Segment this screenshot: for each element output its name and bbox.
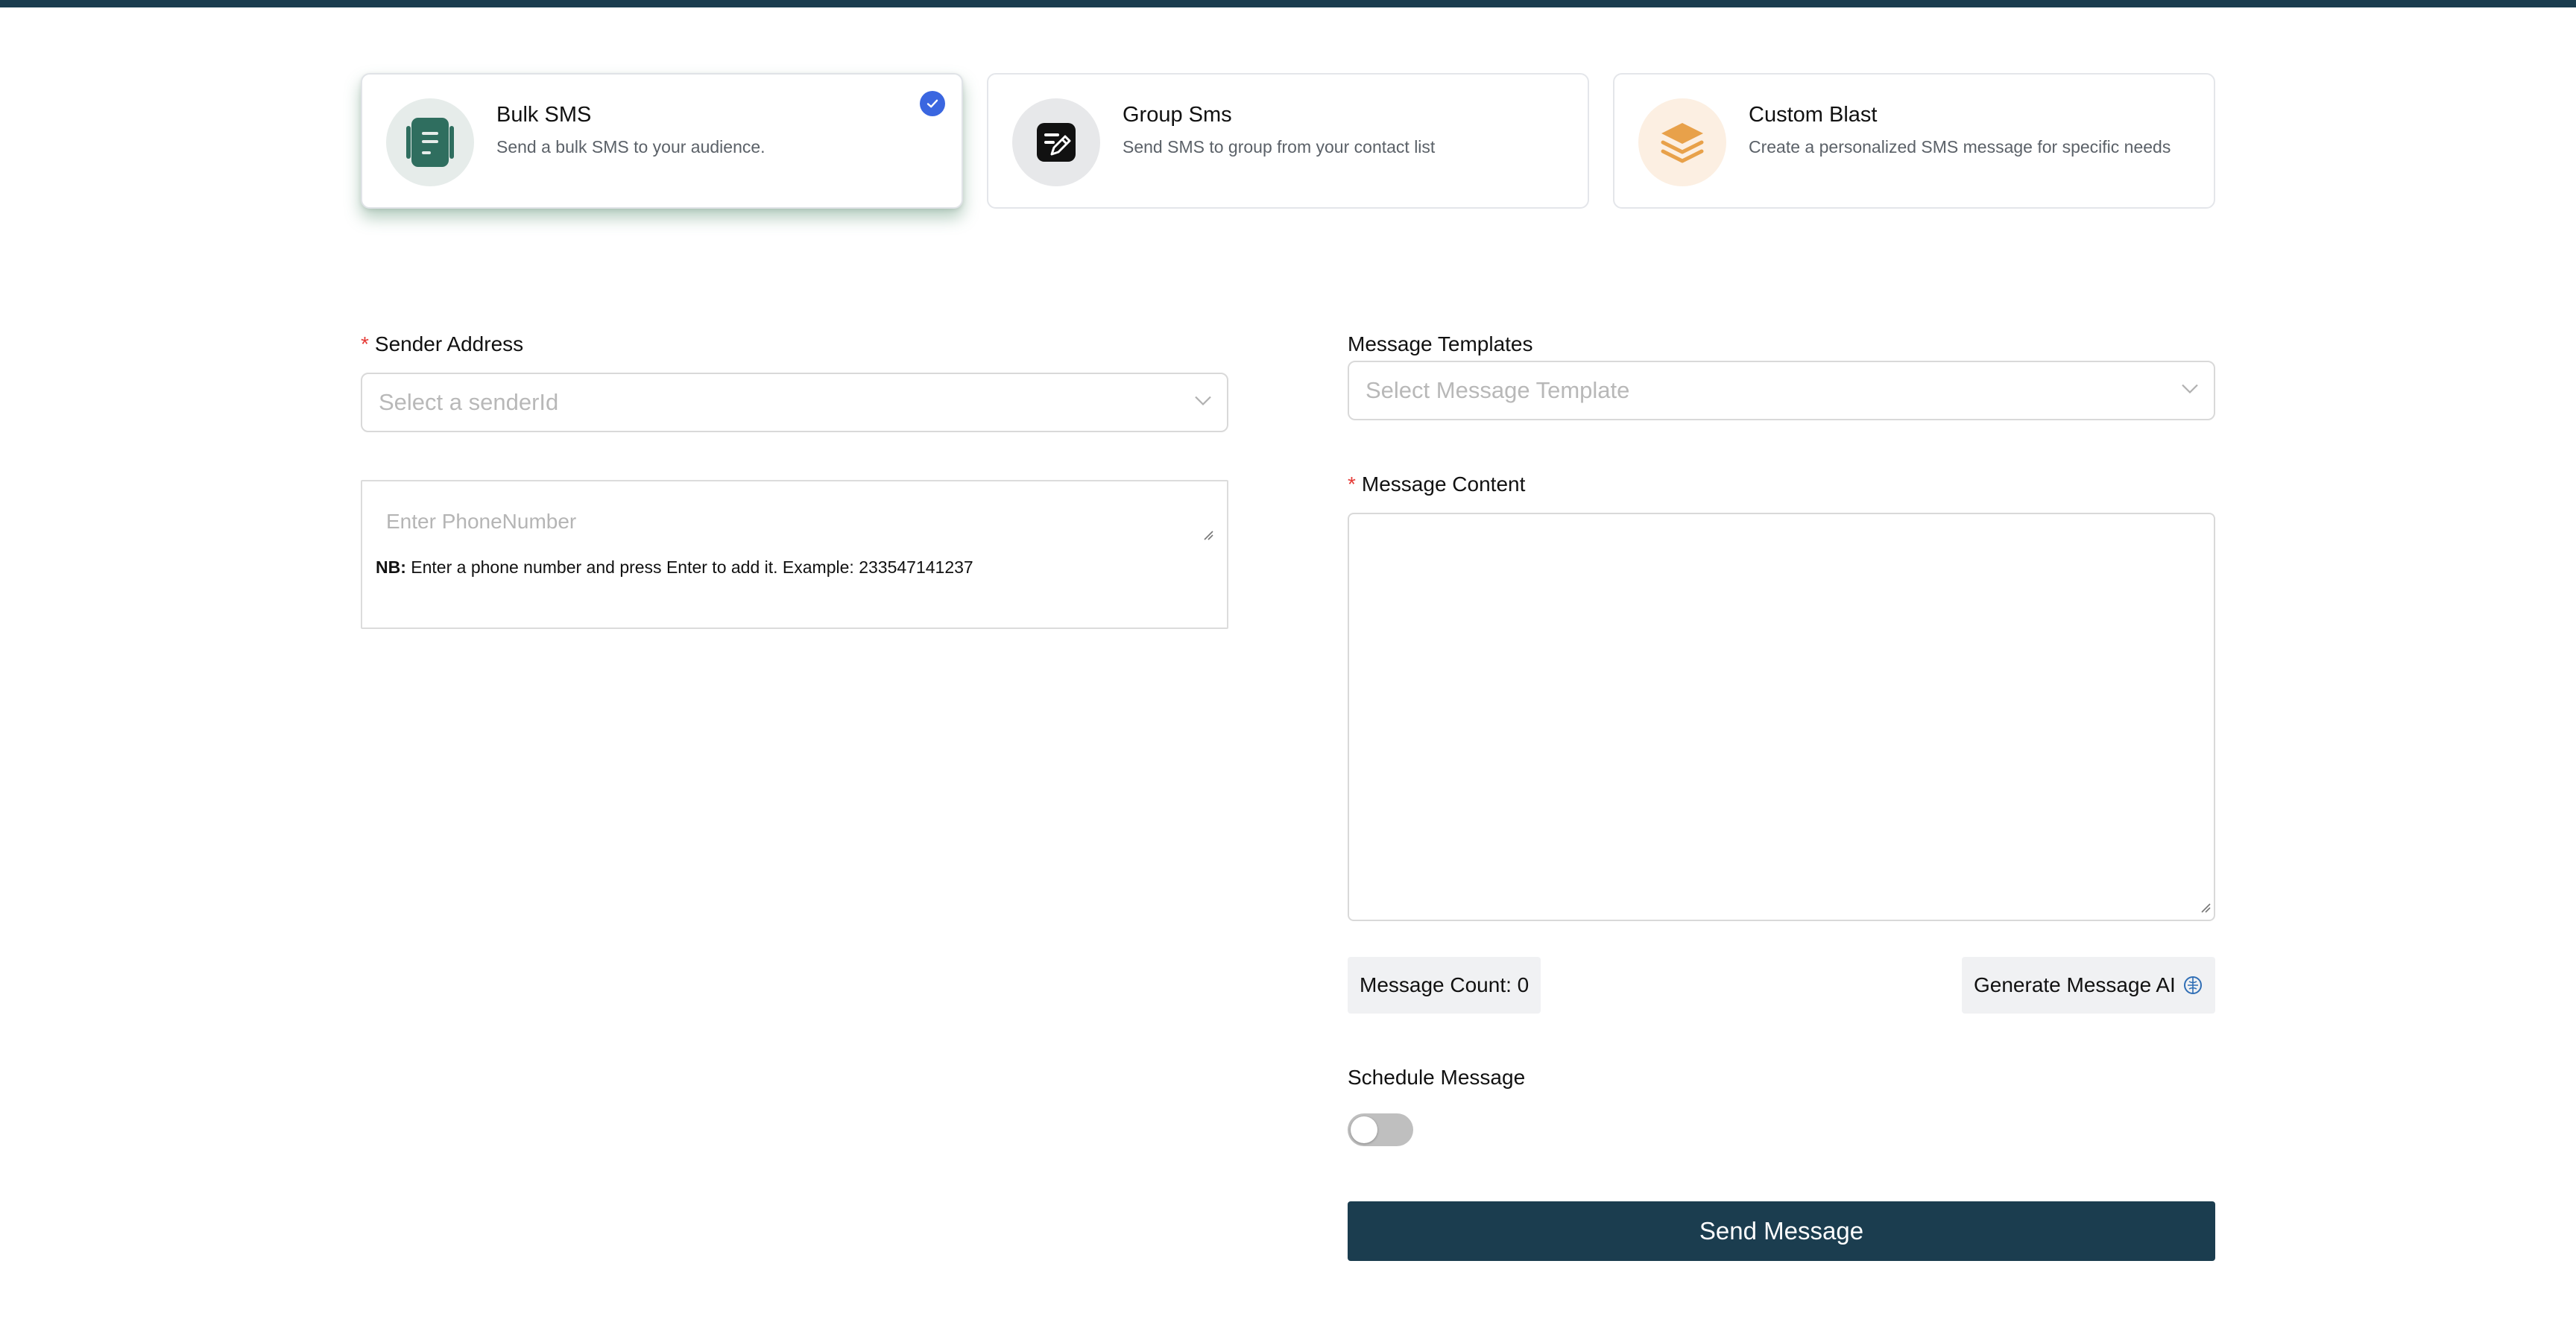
chevron-down-icon: [2181, 384, 2199, 398]
generate-message-ai-button[interactable]: Generate Message AI: [1962, 957, 2215, 1014]
document-icon: [386, 98, 474, 186]
message-count-badge: Message Count: 0: [1348, 957, 1541, 1014]
chevron-down-icon: [1194, 396, 1212, 410]
phone-number-placeholder: Enter PhoneNumber: [386, 510, 577, 533]
schedule-message-toggle[interactable]: [1348, 1113, 1413, 1146]
required-mark: *: [1348, 472, 1356, 496]
top-accent-bar: [0, 0, 2576, 7]
generate-message-ai-label: Generate Message AI: [1974, 973, 2176, 996]
sender-id-placeholder: Select a senderId: [379, 389, 559, 415]
sender-address-label: * Sender Address: [361, 332, 523, 356]
card-description: Create a personalized SMS message for sp…: [1749, 137, 2171, 157]
message-count-text: Message Count: 0: [1360, 973, 1530, 996]
sender-id-select[interactable]: Select a senderId: [361, 373, 1228, 432]
phone-number-box: Enter PhoneNumber NB: Enter a phone numb…: [361, 480, 1228, 629]
card-custom-blast[interactable]: Custom Blast Create a personalized SMS m…: [1613, 73, 2215, 209]
message-content-label: * Message Content: [1348, 472, 1525, 496]
message-template-select[interactable]: Select Message Template: [1348, 361, 2215, 420]
card-description: Send SMS to group from your contact list: [1123, 137, 1436, 157]
phone-note: NB: Enter a phone number and press Enter…: [376, 557, 973, 578]
card-bulk-sms[interactable]: Bulk SMS Send a bulk SMS to your audienc…: [361, 73, 963, 209]
toggle-knob: [1351, 1116, 1377, 1143]
resize-handle-icon[interactable]: [2200, 902, 2211, 917]
card-description: Send a bulk SMS to your audience.: [496, 137, 765, 157]
ai-brain-icon: [2183, 976, 2203, 995]
required-mark: *: [361, 332, 369, 355]
phone-note-prefix: NB:: [376, 557, 406, 577]
message-content-label-text: Message Content: [1361, 472, 1526, 496]
resize-handle-icon[interactable]: [1203, 530, 1213, 544]
phone-note-text: Enter a phone number and press Enter to …: [405, 557, 973, 577]
send-message-button[interactable]: Send Message: [1348, 1201, 2215, 1261]
sender-address-label-text: Sender Address: [374, 332, 524, 355]
message-template-placeholder: Select Message Template: [1366, 377, 1630, 403]
card-group-sms[interactable]: Group Sms Send SMS to group from your co…: [987, 73, 1589, 209]
edit-note-icon: [1012, 98, 1100, 186]
phone-number-input[interactable]: Enter PhoneNumber: [373, 492, 1216, 547]
message-templates-label: Message Templates: [1348, 332, 1533, 355]
schedule-message-label: Schedule Message: [1348, 1066, 1526, 1089]
check-icon: [920, 91, 945, 116]
layers-icon: [1638, 98, 1726, 186]
card-title: Custom Blast: [1749, 103, 1878, 127]
send-message-label: Send Message: [1699, 1217, 1864, 1245]
card-title: Bulk SMS: [496, 103, 592, 127]
message-content-textarea[interactable]: [1348, 513, 2215, 921]
card-title: Group Sms: [1123, 103, 1232, 127]
